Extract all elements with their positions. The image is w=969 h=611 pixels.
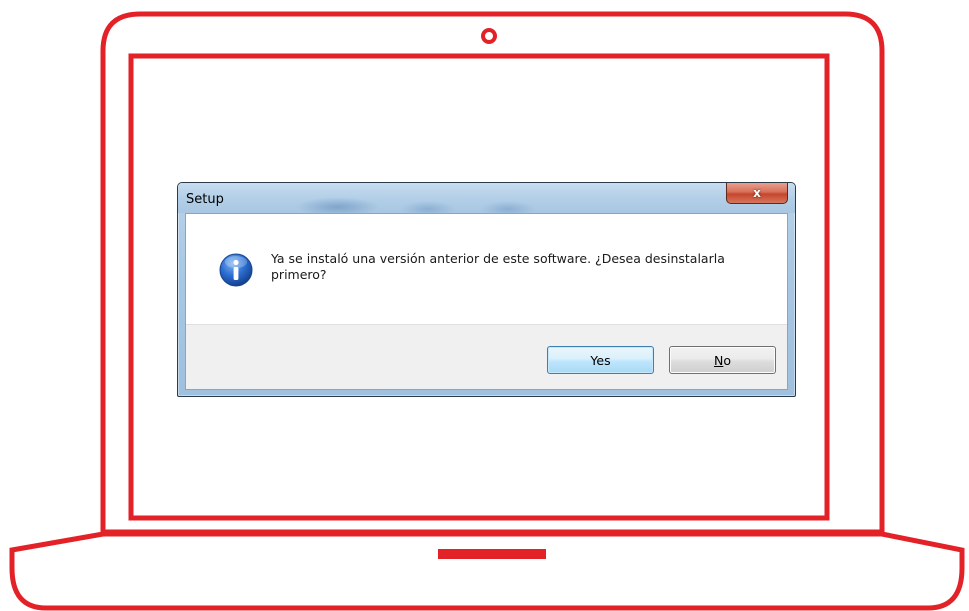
page: Setup x Ya se instaló una versión anteri… (0, 0, 969, 611)
laptop-hinge-notch (438, 549, 546, 559)
yes-button-label: Yes (590, 352, 611, 368)
laptop-base-outline (9, 531, 965, 611)
setup-dialog: Setup x Ya se instaló una versión anteri… (177, 182, 796, 397)
no-button-label-rest: o (723, 352, 731, 368)
no-button[interactable]: No (669, 346, 776, 374)
dialog-titlebar[interactable]: Setup x (178, 183, 795, 213)
no-button-label: No (714, 353, 731, 368)
dialog-client-area: Ya se instaló una versión anterior de es… (185, 213, 788, 390)
close-button[interactable]: x (726, 183, 788, 204)
dialog-message: Ya se instaló una versión anterior de es… (271, 251, 725, 282)
dialog-title: Setup (186, 192, 224, 207)
button-area: Yes No (186, 324, 787, 389)
no-button-mnemonic: N (713, 352, 724, 368)
close-icon: x (753, 186, 761, 200)
info-icon (219, 253, 253, 287)
yes-button[interactable]: Yes (547, 346, 654, 374)
webcam-icon (481, 28, 497, 44)
message-area: Ya se instaló una versión anterior de es… (186, 214, 787, 324)
